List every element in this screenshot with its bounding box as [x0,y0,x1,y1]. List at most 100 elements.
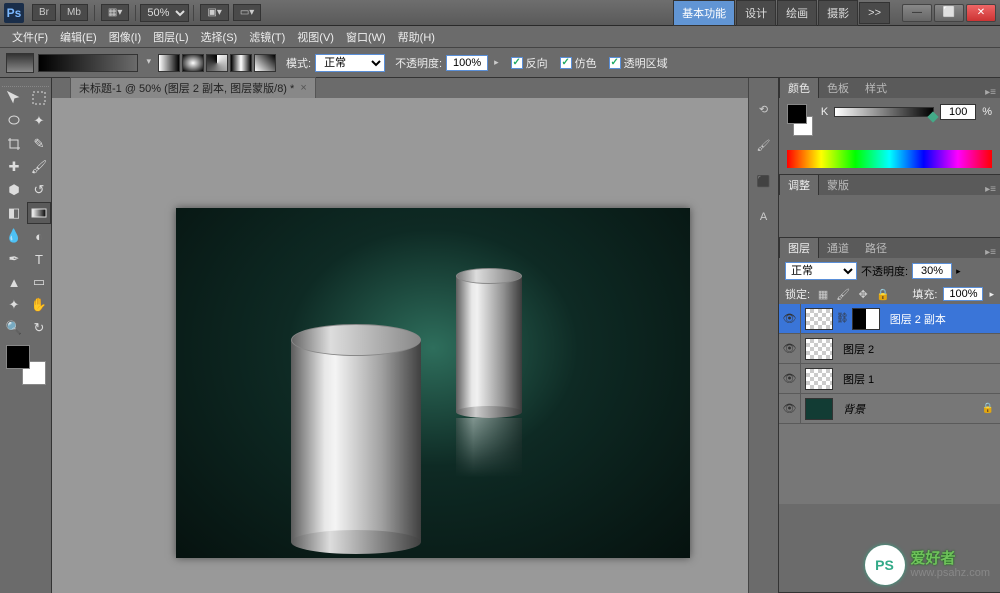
menu-help[interactable]: 帮助(H) [392,27,441,47]
stamp-tool[interactable]: ⬢ [2,179,26,201]
lock-pixels-icon[interactable]: 🖌 [836,287,850,301]
history-brush-tool[interactable]: ↺ [27,179,51,201]
visibility-toggle[interactable] [779,334,801,363]
color-swatches[interactable] [6,345,46,385]
reverse-checkbox[interactable]: ✓反向 [511,55,548,71]
menu-view[interactable]: 视图(V) [291,27,340,47]
path-select-tool[interactable]: ▲ [2,271,26,293]
menu-filter[interactable]: 滤镜(T) [243,27,291,47]
history-panel-icon[interactable]: ⟲ [753,98,775,120]
close-icon[interactable]: × [300,82,306,94]
tab-adjustments[interactable]: 调整 [779,174,819,195]
opacity-input[interactable] [446,55,488,71]
tab-masks[interactable]: 蒙版 [819,175,857,195]
3d-tool[interactable]: ✦ [2,294,26,316]
move-tool[interactable] [2,87,26,109]
foreground-swatch[interactable] [6,345,30,369]
shape-tool[interactable]: ▭ [27,271,51,293]
tab-layers[interactable]: 图层 [779,237,819,258]
k-slider[interactable] [834,107,934,117]
workspace-painting[interactable]: 绘画 [777,0,817,26]
pen-tool[interactable]: ✒ [2,248,26,270]
menu-window[interactable]: 窗口(W) [340,27,392,47]
lock-all-icon[interactable]: 🔒 [876,287,890,301]
layer-list: ⛓ 图层 2 副本 图层 2 图层 1 背景 🔒 [779,304,1000,424]
canvas[interactable] [52,98,748,593]
launch-bridge-button[interactable]: Br [32,4,56,21]
gradient-tool-icon[interactable] [6,53,34,73]
brush-panel-icon[interactable]: 🖌 [753,134,775,156]
eyedropper-tool[interactable]: ✎ [27,133,51,155]
gradient-diamond-button[interactable] [254,54,276,72]
rotate-view-tool[interactable]: ↻ [27,317,51,339]
workspace-design[interactable]: 设计 [736,0,776,26]
color-panel: 颜色 色板 样式 ▸≡ K % [779,78,1000,175]
tab-paths[interactable]: 路径 [857,238,895,258]
tab-channels[interactable]: 通道 [819,238,857,258]
gradient-angle-button[interactable] [206,54,228,72]
heal-tool[interactable]: ✚ [2,156,26,178]
hand-tool[interactable]: ✋ [27,294,51,316]
window-close-button[interactable]: ✕ [966,4,996,22]
lock-position-icon[interactable]: ✥ [856,287,870,301]
menu-select[interactable]: 选择(S) [195,27,244,47]
workspace-basic[interactable]: 基本功能 [673,0,735,26]
blend-mode-select[interactable]: 正常 [315,54,385,72]
view-extras-button[interactable]: ▦▾ [101,4,129,21]
mode-label: 模式: [286,55,311,71]
k-value-input[interactable] [940,104,976,120]
arrange-docs-button[interactable]: ▣▾ [200,4,228,21]
clone-panel-icon[interactable]: ⬛ [753,170,775,192]
visibility-toggle[interactable] [779,304,801,333]
window-maximize-button[interactable]: ⬜ [934,4,964,22]
dodge-tool[interactable]: ◐ [27,225,51,247]
menu-file[interactable]: 文件(F) [6,27,54,47]
spectrum-picker[interactable] [787,150,992,168]
blur-tool[interactable]: 💧 [2,225,26,247]
layer-opacity-input[interactable] [912,263,952,279]
window-minimize-button[interactable]: — [902,4,932,22]
tab-color[interactable]: 颜色 [779,77,819,98]
layer-row[interactable]: 图层 1 [779,364,1000,394]
opacity-label: 不透明度: [395,55,442,71]
lasso-tool[interactable] [2,110,26,132]
panel-menu-icon[interactable]: ▸≡ [981,184,1000,195]
layer-row[interactable]: 背景 🔒 [779,394,1000,424]
tab-styles[interactable]: 样式 [857,78,895,98]
wand-tool[interactable]: ✦ [27,110,51,132]
visibility-toggle[interactable] [779,394,801,423]
zoom-select[interactable]: 50% [140,4,189,22]
zoom-tool[interactable]: 🔍 [2,317,26,339]
marquee-tool[interactable] [27,87,51,109]
panel-menu-icon[interactable]: ▸≡ [981,87,1000,98]
layer-row[interactable]: 图层 2 [779,334,1000,364]
menu-image[interactable]: 图像(I) [103,27,147,47]
char-panel-icon[interactable]: A [753,206,775,228]
gradient-preset-picker[interactable] [38,54,138,72]
tab-swatches[interactable]: 色板 [819,78,857,98]
gradient-reflected-button[interactable] [230,54,252,72]
brush-tool[interactable]: 🖌 [27,156,51,178]
type-tool[interactable]: T [27,248,51,270]
fill-input[interactable] [943,287,983,301]
gradient-radial-button[interactable] [182,54,204,72]
workspace-photography[interactable]: 摄影 [818,0,858,26]
gradient-tool[interactable] [27,202,51,224]
menu-layer[interactable]: 图层(L) [147,27,194,47]
dither-checkbox[interactable]: ✓仿色 [560,55,597,71]
menu-edit[interactable]: 编辑(E) [54,27,103,47]
gradient-linear-button[interactable] [158,54,180,72]
document-tab[interactable]: 未标题-1 @ 50% (图层 2 副本, 图层蒙版/8) * × [70,77,316,98]
visibility-toggle[interactable] [779,364,801,393]
crop-tool[interactable] [2,133,26,155]
layer-row[interactable]: ⛓ 图层 2 副本 [779,304,1000,334]
eraser-tool[interactable]: ◧ [2,202,26,224]
workspace-more[interactable]: >> [859,2,890,24]
color-swatches[interactable] [787,104,813,136]
lock-transparent-icon[interactable]: ▦ [816,287,830,301]
launch-minibridge-button[interactable]: Mb [60,4,88,21]
transparency-checkbox[interactable]: ✓透明区域 [609,55,668,71]
screen-mode-button[interactable]: ▭▾ [233,4,261,21]
layer-blend-select[interactable]: 正常 [785,262,857,280]
panel-menu-icon[interactable]: ▸≡ [981,247,1000,258]
